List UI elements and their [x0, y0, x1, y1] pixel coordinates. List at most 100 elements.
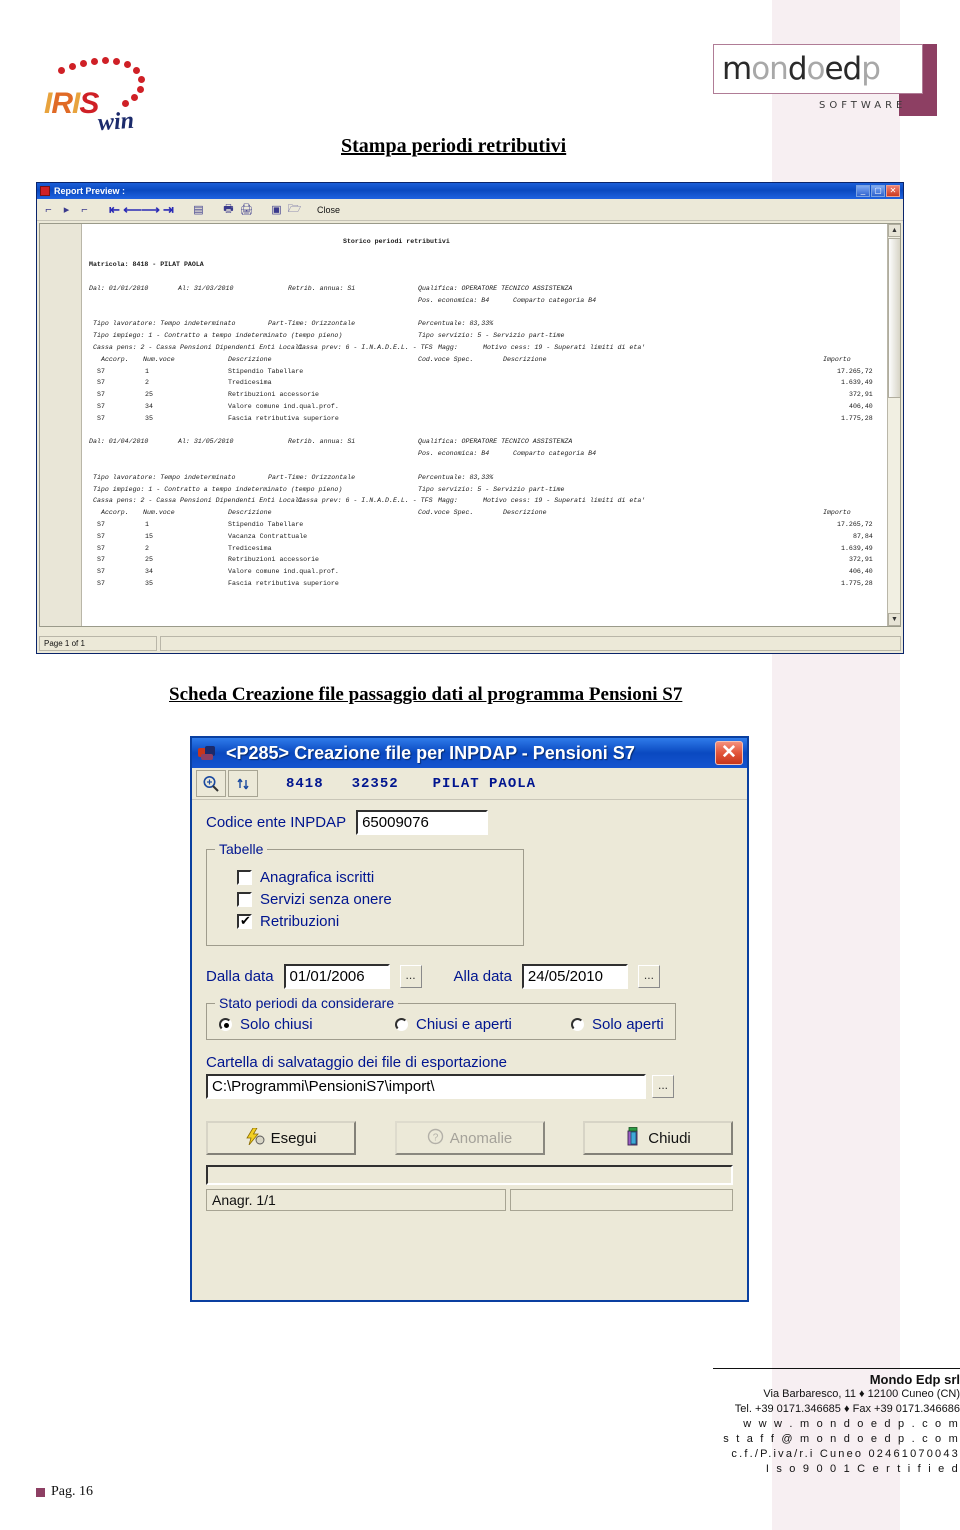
chiudi-button[interactable]: Chiudi: [583, 1121, 733, 1155]
scrollbar-thumb[interactable]: [888, 238, 900, 398]
radio-label: Solo aperti: [592, 1016, 664, 1033]
stato-periodi-title: Stato periodi da considerare: [215, 995, 399, 1011]
page-background-strip-right: [900, 0, 960, 1530]
anomalie-button[interactable]: ? Anomalie: [394, 1121, 545, 1155]
refresh-icon[interactable]: [228, 770, 258, 797]
anagr-counter: Anagr. 1/1: [206, 1189, 506, 1211]
first-page-small-icon[interactable]: ⌐: [41, 202, 56, 217]
application-icon: [196, 744, 218, 762]
mondoedp-box: mondoedp: [713, 44, 923, 94]
radio-label: Chiusi e aperti: [416, 1016, 512, 1033]
checkbox-retribuzioni[interactable]: Retribuzioni: [237, 913, 513, 930]
footer-company: Mondo Edp srl: [713, 1368, 960, 1387]
cartella-label: Cartella di salvataggio dei file di espo…: [206, 1054, 508, 1071]
radio-solo-chiusi[interactable]: Solo chiusi: [219, 1016, 369, 1033]
question-icon: ?: [427, 1128, 444, 1149]
radio-icon[interactable]: [395, 1018, 408, 1031]
last-page-small-icon[interactable]: ⌐: [77, 202, 92, 217]
dalla-data-input[interactable]: 01/01/2006: [283, 964, 390, 989]
mondoedp-wordmark: mondoedp: [722, 51, 881, 87]
page-number: Pag. 16: [36, 1484, 93, 1500]
cartella-browse-button[interactable]: ...: [652, 1075, 674, 1098]
iris-win-logo: IRIS win: [36, 45, 166, 140]
page-title-scheda: Scheda Creazione file passaggio dati al …: [169, 684, 683, 705]
maximize-icon[interactable]: ▢: [871, 185, 885, 197]
checkbox-label: Anagrafica iscritti: [260, 869, 375, 886]
dialog-body: Codice ente INPDAP 65009076 Tabelle Anag…: [192, 800, 747, 1211]
esegui-button[interactable]: Esegui: [206, 1121, 356, 1155]
alla-data-input[interactable]: 24/05/2010: [521, 964, 628, 989]
page-selector-icon[interactable]: ▸: [59, 202, 74, 217]
checkbox-label: Retribuzioni: [260, 913, 340, 930]
printer-setup-icon[interactable]: 🖶: [221, 202, 236, 217]
footer-phone: Tel. +39 0171.346685 ♦ Fax +39 0171.3466…: [734, 1403, 960, 1415]
vertical-scrollbar[interactable]: ▲ ▼: [887, 224, 900, 626]
company-footer: Mondo Edp srl Via Barbaresco, 11 ♦ 12100…: [713, 1368, 960, 1477]
report-preview-window: Report Preview : _ ▢ ✕ ⌐ ▸ ⌐ ⇤ ⟵ ⟶ ⇥ ▤ 🖶…: [36, 182, 904, 654]
next-page-icon[interactable]: ⟶: [141, 202, 160, 217]
codice-ente-label: Codice ente INPDAP: [206, 814, 347, 831]
open-icon[interactable]: 🗁: [287, 202, 302, 217]
cartella-row: C:\Programmi\PensioniS7\import\ ...: [206, 1074, 733, 1099]
app-icon: [40, 186, 50, 196]
report-text: Storico periodi retributivi Matricola: 84…: [89, 237, 873, 587]
footer-mail: s t a f f @ m o n d o e d p . c o m: [723, 1433, 960, 1445]
cartella-section: Cartella di salvataggio dei file di espo…: [206, 1054, 733, 1099]
page-title-stampa: Stampa periodi retributivi: [341, 135, 567, 157]
export-icon[interactable]: ▤: [191, 202, 206, 217]
dialog-close-icon[interactable]: ✕: [715, 741, 743, 765]
codice-ente-input[interactable]: 65009076: [356, 810, 489, 835]
last-page-icon[interactable]: ⇥: [161, 202, 176, 217]
first-page-icon[interactable]: ⇤: [107, 202, 122, 217]
record-matricola: 8418: [286, 775, 324, 792]
checkbox-checked-icon[interactable]: [237, 913, 252, 929]
date-range-row: Dalla data 01/01/2006 ... Alla data 24/0…: [206, 964, 733, 989]
radio-icon[interactable]: [571, 1018, 584, 1031]
tabelle-group: Tabelle Anagrafica iscritti Servizi senz…: [206, 841, 524, 946]
report-preview-titlebar[interactable]: Report Preview : _ ▢ ✕: [37, 183, 903, 199]
stato-periodi-group: Stato periodi da considerare Solo chiusi…: [206, 995, 676, 1040]
search-icon[interactable]: [196, 770, 226, 797]
record-nome: PILAT PAOLA: [432, 775, 537, 792]
dalla-data-browse-button[interactable]: ...: [399, 965, 422, 988]
radio-chiusi-e-aperti[interactable]: Chiusi e aperti: [395, 1016, 545, 1033]
radio-selected-icon[interactable]: [219, 1018, 232, 1031]
mondoedp-tagline: SOFTWARE: [819, 100, 907, 111]
esegui-label: Esegui: [270, 1129, 317, 1147]
creazione-file-inpdap-dialog: <P285> Creazione file per INPDAP - Pensi…: [190, 736, 749, 1302]
report-preview-toolbar: ⌐ ▸ ⌐ ⇤ ⟵ ⟶ ⇥ ▤ 🖶 🖨 ▣ 🗁 Close: [37, 199, 903, 221]
checkbox-icon[interactable]: [237, 870, 252, 885]
report-preview-title: Report Preview :: [54, 186, 126, 196]
report-preview-body: Storico periodi retributivi Matricola: 84…: [39, 223, 901, 627]
radio-label: Solo chiusi: [240, 1016, 313, 1033]
footer-vat: c.f./P.iva/r.i Cuneo 02461070043: [731, 1448, 960, 1460]
save-icon[interactable]: ▣: [269, 202, 284, 217]
dalla-data-label: Dalla data: [206, 968, 274, 985]
codice-ente-row: Codice ente INPDAP 65009076: [206, 810, 733, 835]
previous-page-icon[interactable]: ⟵: [123, 202, 142, 217]
tabelle-group-title: Tabelle: [215, 841, 268, 857]
status-right: [160, 635, 901, 651]
checkbox-anagrafica-iscritti[interactable]: Anagrafica iscritti: [237, 869, 513, 886]
dialog-record-bar: 8418 32352 PILAT PAOLA: [192, 768, 747, 800]
alla-data-browse-button[interactable]: ...: [637, 965, 660, 988]
close-button[interactable]: Close: [317, 205, 340, 215]
checkbox-servizi-senza-onere[interactable]: Servizi senza onere: [237, 891, 513, 908]
print-icon[interactable]: 🖨: [239, 202, 254, 217]
record-codice: 32352: [351, 775, 399, 792]
report-paper: Storico periodi retributivi Matricola: 84…: [83, 224, 886, 626]
checkbox-icon[interactable]: [237, 892, 252, 907]
close-icon[interactable]: ✕: [886, 185, 900, 197]
dialog-titlebar[interactable]: <P285> Creazione file per INPDAP - Pensi…: [192, 738, 747, 768]
radio-solo-aperti[interactable]: Solo aperti: [571, 1016, 664, 1033]
alla-data-label: Alla data: [453, 968, 512, 985]
scroll-down-icon[interactable]: ▼: [888, 613, 900, 626]
cartella-input[interactable]: C:\Programmi\PensioniS7\import\: [206, 1074, 646, 1099]
dialog-statusbar: Anagr. 1/1: [206, 1189, 733, 1211]
scroll-up-icon[interactable]: ▲: [888, 224, 900, 237]
chiudi-label: Chiudi: [648, 1129, 691, 1147]
page-bullet-icon: [36, 1487, 45, 1497]
stato-periodi-options: Solo chiusi Chiusi e aperti Solo aperti: [219, 1016, 667, 1033]
minimize-icon[interactable]: _: [856, 185, 870, 197]
lightning-icon: [245, 1127, 265, 1149]
